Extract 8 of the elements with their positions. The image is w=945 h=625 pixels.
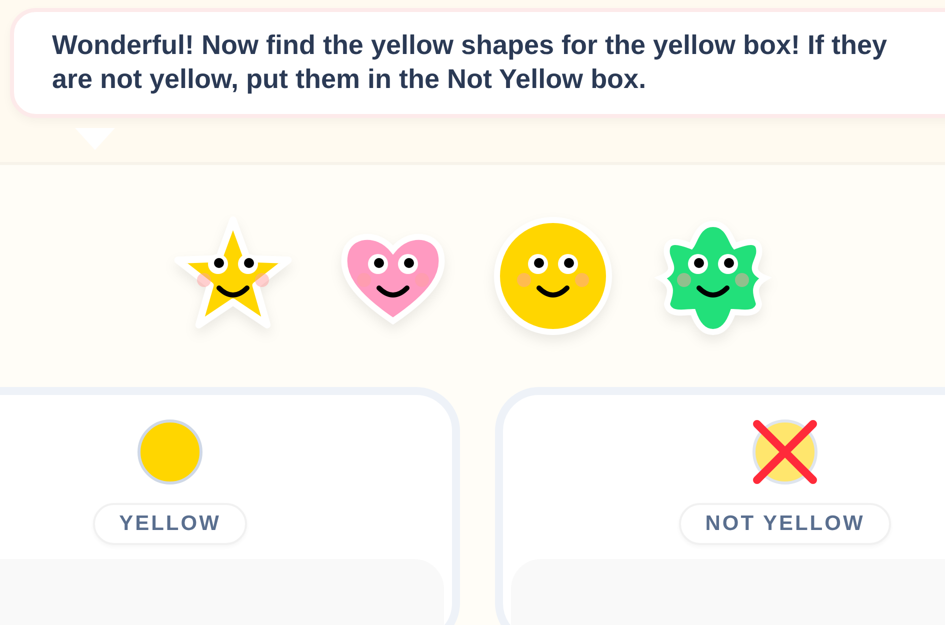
bin-label: NOT YELLOW [679, 503, 891, 545]
speech-bubble: Wonderful! Now find the yellow shapes for the yellow box! If they are not yellow, put them in the Not Yellow box. [10, 8, 945, 118]
crossed-circle-icon [750, 417, 820, 487]
bin-label: YELLOW [93, 503, 247, 545]
circle-face-drawing[interactable] [492, 216, 612, 336]
sorting-bin[interactable]: NOT YELLOW [495, 387, 945, 625]
sorting-bin[interactable]: YELLOW [0, 387, 460, 625]
filled-circle-icon [135, 417, 205, 487]
